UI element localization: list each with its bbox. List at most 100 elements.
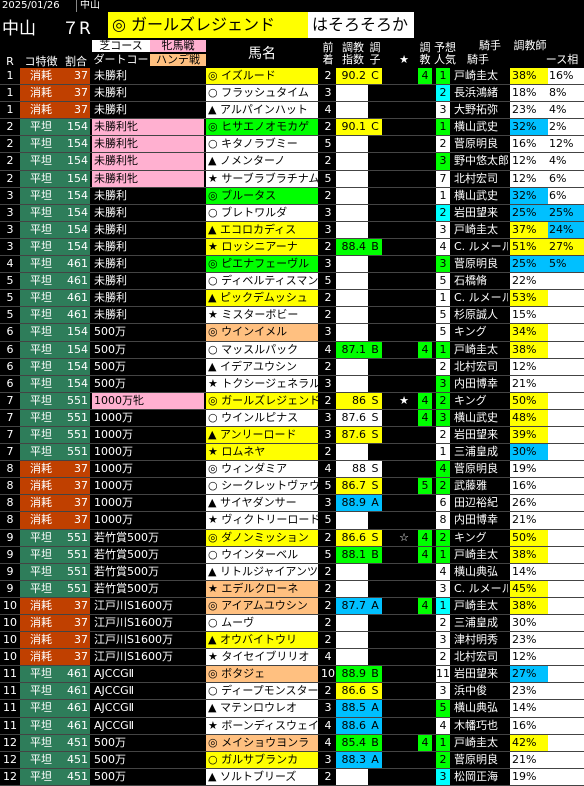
table-row[interactable]: 9 平坦 551 若竹賞500万 ◎ ダノンミッション 2 86.6 S ☆ 4 2 キング 50%	[0, 529, 584, 547]
training-index	[336, 563, 368, 580]
table-row[interactable]: 1 消耗 37 未勝利 ○ フラッシュタイム 3 2 長浜鴻緒 18% 8%	[0, 85, 584, 103]
horse-name[interactable]: ◎ ブルータス	[206, 187, 318, 204]
table-row[interactable]: 11 平坦 461 AJCCGⅡ ◎ ボタジェ 10 88.9 B 11 岩田望来 27%	[0, 666, 584, 684]
table-row[interactable]: 8 消耗 37 1000万 ★ ヴィクトリーロード 5 8 内田博幸 21%	[0, 512, 584, 530]
table-row[interactable]: 3 平坦 154 未勝利 ★ ロッシニアーナ 2 88.4 B 4 C. ルメール 51% 27%	[0, 238, 584, 257]
horse-name[interactable]: ○ ディベルティスマン	[206, 273, 318, 290]
horse-name[interactable]: ▲ ピックデムッシュ	[206, 290, 318, 307]
previous-finish: 3	[324, 205, 332, 219]
table-row[interactable]: 10 消耗 37 江戸川S1600万 ◎ アイアムユウシン 2 87.7 A 4 1 戸崎圭太 38%	[0, 597, 584, 615]
table-row[interactable]: 12 平坦 451 500万 ○ ガルサブランカ 3 88.3 A 2 菅原明良 21%	[0, 751, 584, 769]
table-row[interactable]: 6 平坦 154 500万 ★ トクシージェネラル 3 3 内田博幸 21%	[0, 375, 584, 393]
table-row[interactable]: 10 消耗 37 江戸川S1600万 ▲ オウバイトウリ 2 3 津村明秀 23%	[0, 632, 584, 650]
table-row[interactable]: 11 平坦 461 AJCCGⅡ ○ ディープモンスター 2 86.6 S 3 浜中俊 23%	[0, 683, 584, 701]
horse-name[interactable]: ★ ロッシニアーナ	[206, 238, 318, 256]
horse-name[interactable]: ★ トクシージェネラル	[206, 375, 318, 392]
horse-name[interactable]: ◎ ガールズレジェンド	[206, 392, 318, 409]
horse-name[interactable]: ▲ エコロカディス	[206, 221, 318, 238]
table-row[interactable]: 5 平坦 461 未勝利 ▲ ピックデムッシュ 2 1 C. ルメール 53%	[0, 290, 584, 308]
horse-name[interactable]: ○ マッスルパック	[206, 341, 318, 358]
horse-name[interactable]: ★ ミスターボビー	[206, 307, 318, 324]
table-row[interactable]: 2 平坦 154 未勝利牝 ★ サーブラブラチナム 5 7 北村宏司 12% 6%	[0, 170, 584, 188]
horse-name[interactable]: ◎ ボタジェ	[206, 666, 318, 683]
horse-name[interactable]: ◎ ピエナフェーヴル	[206, 256, 318, 273]
horse-name[interactable]: ○ ガルサブランカ	[206, 751, 318, 768]
table-row[interactable]: 11 平坦 461 AJCCGⅡ ★ ボーンディスウェイ 4 88.6 A 4 木幡巧也 16%	[0, 717, 584, 735]
table-row[interactable]: 1 消耗 37 未勝利 ▲ アルパインハット 4 3 大野拓弥 23% 4%	[0, 102, 584, 120]
table-row[interactable]: 10 消耗 37 江戸川S1600万 ★ タイセイブリリオ 4 2 北村宏司 12%	[0, 649, 584, 667]
table-row[interactable]: 2 平坦 154 未勝利牝 ▲ ノメンターノ 2 3 野中悠太郎 12% 4%	[0, 153, 584, 171]
horse-name[interactable]: ▲ アンリーロード	[206, 426, 318, 444]
horse-name[interactable]: ◎ イズルード	[206, 68, 318, 85]
table-row[interactable]: 7 平坦 551 1000万 ▲ アンリーロード 3 87.6 S 2 岩田望来 39%	[0, 426, 584, 445]
horse-name[interactable]: ○ ムーヴ	[206, 615, 318, 632]
horse-name[interactable]: ○ フラッシュタイム	[206, 85, 318, 102]
horse-name[interactable]: ○ キタノラブミー	[206, 136, 318, 153]
horse-name[interactable]: ▲ リトルジャイアンツ	[206, 563, 318, 580]
expected-popularity: 11	[436, 666, 450, 683]
horse-name[interactable]: ○ シークレットヴァウ	[206, 478, 318, 495]
table-row[interactable]: 7 平坦 551 1000万 ★ ロムネヤ 2 1 三浦皇成 30%	[0, 444, 584, 462]
race-number: 8	[6, 513, 14, 527]
horse-name[interactable]: ▲ ノメンターノ	[206, 153, 318, 170]
venue-tab[interactable]: 中山	[76, 0, 110, 12]
horse-name[interactable]: ○ ウインルピナス	[206, 409, 318, 426]
horse-name[interactable]: ○ ウインターベル	[206, 546, 318, 563]
jockey-name: 北村宏司	[454, 650, 498, 664]
table-row[interactable]: 6 平坦 154 500万 ▲ イデアユウシン 2 2 北村宏司 12%	[0, 358, 584, 376]
horse-name[interactable]: ★ サーブラブラチナム	[206, 170, 318, 187]
course-rate	[548, 563, 584, 580]
horse-name[interactable]: ▲ サイヤダンサー	[206, 495, 318, 512]
horse-name[interactable]: ★ エデルクローネ	[206, 580, 318, 597]
table-row[interactable]: 2 平坦 154 未勝利牝 ○ キタノラブミー 5 2 菅原明良 16% 12%	[0, 136, 584, 154]
table-row[interactable]: 5 平坦 461 未勝利 ○ ディベルティスマン 5 5 石橋脩 22%	[0, 273, 584, 291]
table-row[interactable]: 9 平坦 551 若竹賞500万 ○ ウインターベル 5 88.1 B 4 1 戸崎圭太 38%	[0, 546, 584, 564]
table-row[interactable]: 7 平坦 551 1000万牝 ◎ ガールズレジェンド 2 86 S ★ 4 2 キング 50%	[0, 392, 584, 410]
horse-name[interactable]: ★ ボーンディスウェイ	[206, 717, 318, 734]
horse-name[interactable]: ◎ ヒサエノオモカゲ	[206, 119, 318, 136]
table-row[interactable]: 9 平坦 551 若竹賞500万 ▲ リトルジャイアンツ 2 4 横山典弘 14%	[0, 563, 584, 581]
table-row[interactable]: 12 平坦 451 500万 ▲ ソルトブリーズ 2 3 松岡正海 19%	[0, 768, 584, 786]
expected-popularity: 2	[436, 478, 450, 495]
table-row[interactable]: 1 消耗 37 未勝利 ◎ イズルード 2 90.2 C 4 1 戸崎圭太 38% 16%	[0, 68, 584, 86]
table-row[interactable]: 9 平坦 551 若竹賞500万 ★ エデルクローネ 2 3 C. ルメール 45%	[0, 580, 584, 598]
table-row[interactable]: 3 平坦 154 未勝利 ○ ブレトワルダ 3 2 岩田望来 25% 25%	[0, 204, 584, 222]
table-row[interactable]: 4 平坦 461 未勝利 ◎ ピエナフェーヴル 3 3 菅原明良 25% 5%	[0, 256, 584, 274]
track-ratio: 154	[62, 204, 90, 221]
table-row[interactable]: 8 消耗 37 1000万 ▲ サイヤダンサー 3 88.9 A 6 田辺裕紀 26%	[0, 495, 584, 513]
jockey-name: 三浦皇成	[454, 616, 498, 629]
race-number: 12	[3, 752, 17, 766]
horse-name[interactable]: ◎ ウィンダミア	[206, 461, 318, 478]
table-row[interactable]: 6 平坦 154 500万 ◎ ウインイメル 3 5 キング 34%	[0, 324, 584, 342]
horse-name[interactable]: ★ ロムネヤ	[206, 444, 318, 461]
horse-name[interactable]: ▲ マテンロウレオ	[206, 700, 318, 717]
horse-name[interactable]: ★ ヴィクトリーロード	[206, 512, 318, 529]
training-mark	[418, 85, 432, 101]
previous-finish: 3	[324, 427, 332, 441]
horse-name[interactable]: ▲ オウバイトウリ	[206, 632, 318, 649]
jockey-name: 横山典弘	[454, 701, 498, 715]
horse-name[interactable]: ▲ ソルトブリーズ	[206, 768, 318, 785]
table-row[interactable]: 6 平坦 154 500万 ○ マッスルパック 4 87.1 B 4 1 戸崎圭太 38%	[0, 341, 584, 359]
training-index: 88.3	[336, 751, 368, 768]
table-row[interactable]: 11 平坦 461 AJCCGⅡ ▲ マテンロウレオ 3 88.5 A 5 横山典弘 14%	[0, 700, 584, 718]
table-row[interactable]: 8 消耗 37 1000万 ○ シークレットヴァウ 5 86.7 S 5 2 武藤雅 16%	[0, 478, 584, 496]
horse-name[interactable]: ◎ ダノンミッション	[206, 529, 318, 546]
horse-name[interactable]: ○ ディープモンスター	[206, 683, 318, 700]
horse-name[interactable]: ▲ イデアユウシン	[206, 358, 318, 375]
horse-name[interactable]: ◎ アイアムユウシン	[206, 597, 318, 614]
table-row[interactable]: 7 平坦 551 1000万 ○ ウインルピナス 3 87.6 S 4 3 横山武史 48%	[0, 409, 584, 427]
table-row[interactable]: 3 平坦 154 未勝利 ◎ ブルータス 2 1 横山武史 32% 6%	[0, 187, 584, 205]
horse-name[interactable]: ◎ メイショウヨンラ	[206, 734, 318, 751]
horse-name[interactable]: ◎ ウインイメル	[206, 324, 318, 341]
table-row[interactable]: 2 平坦 154 未勝利牝 ◎ ヒサエノオモカゲ 2 90.1 C 1 横山武史 32% 2%	[0, 119, 584, 137]
horse-name[interactable]: ▲ アルパインハット	[206, 102, 318, 119]
table-row[interactable]: 5 平坦 461 未勝利 ★ ミスターボビー 2 5 杉原誠人 15%	[0, 307, 584, 325]
table-row[interactable]: 3 平坦 154 未勝利 ▲ エコロカディス 3 3 戸崎圭太 37% 24%	[0, 221, 584, 239]
table-row[interactable]: 8 消耗 37 1000万 ◎ ウィンダミア 4 88 S 4 菅原明良 19%	[0, 461, 584, 479]
condition-grade	[368, 444, 382, 460]
horse-name[interactable]: ○ ブレトワルダ	[206, 204, 318, 221]
horse-name[interactable]: ★ タイセイブリリオ	[206, 649, 318, 666]
table-row[interactable]: 10 消耗 37 江戸川S1600万 ○ ムーヴ 2 2 三浦皇成 30%	[0, 615, 584, 633]
table-row[interactable]: 12 平坦 451 500万 ◎ メイショウヨンラ 4 85.4 B 4 1 戸崎圭太 42%	[0, 734, 584, 752]
